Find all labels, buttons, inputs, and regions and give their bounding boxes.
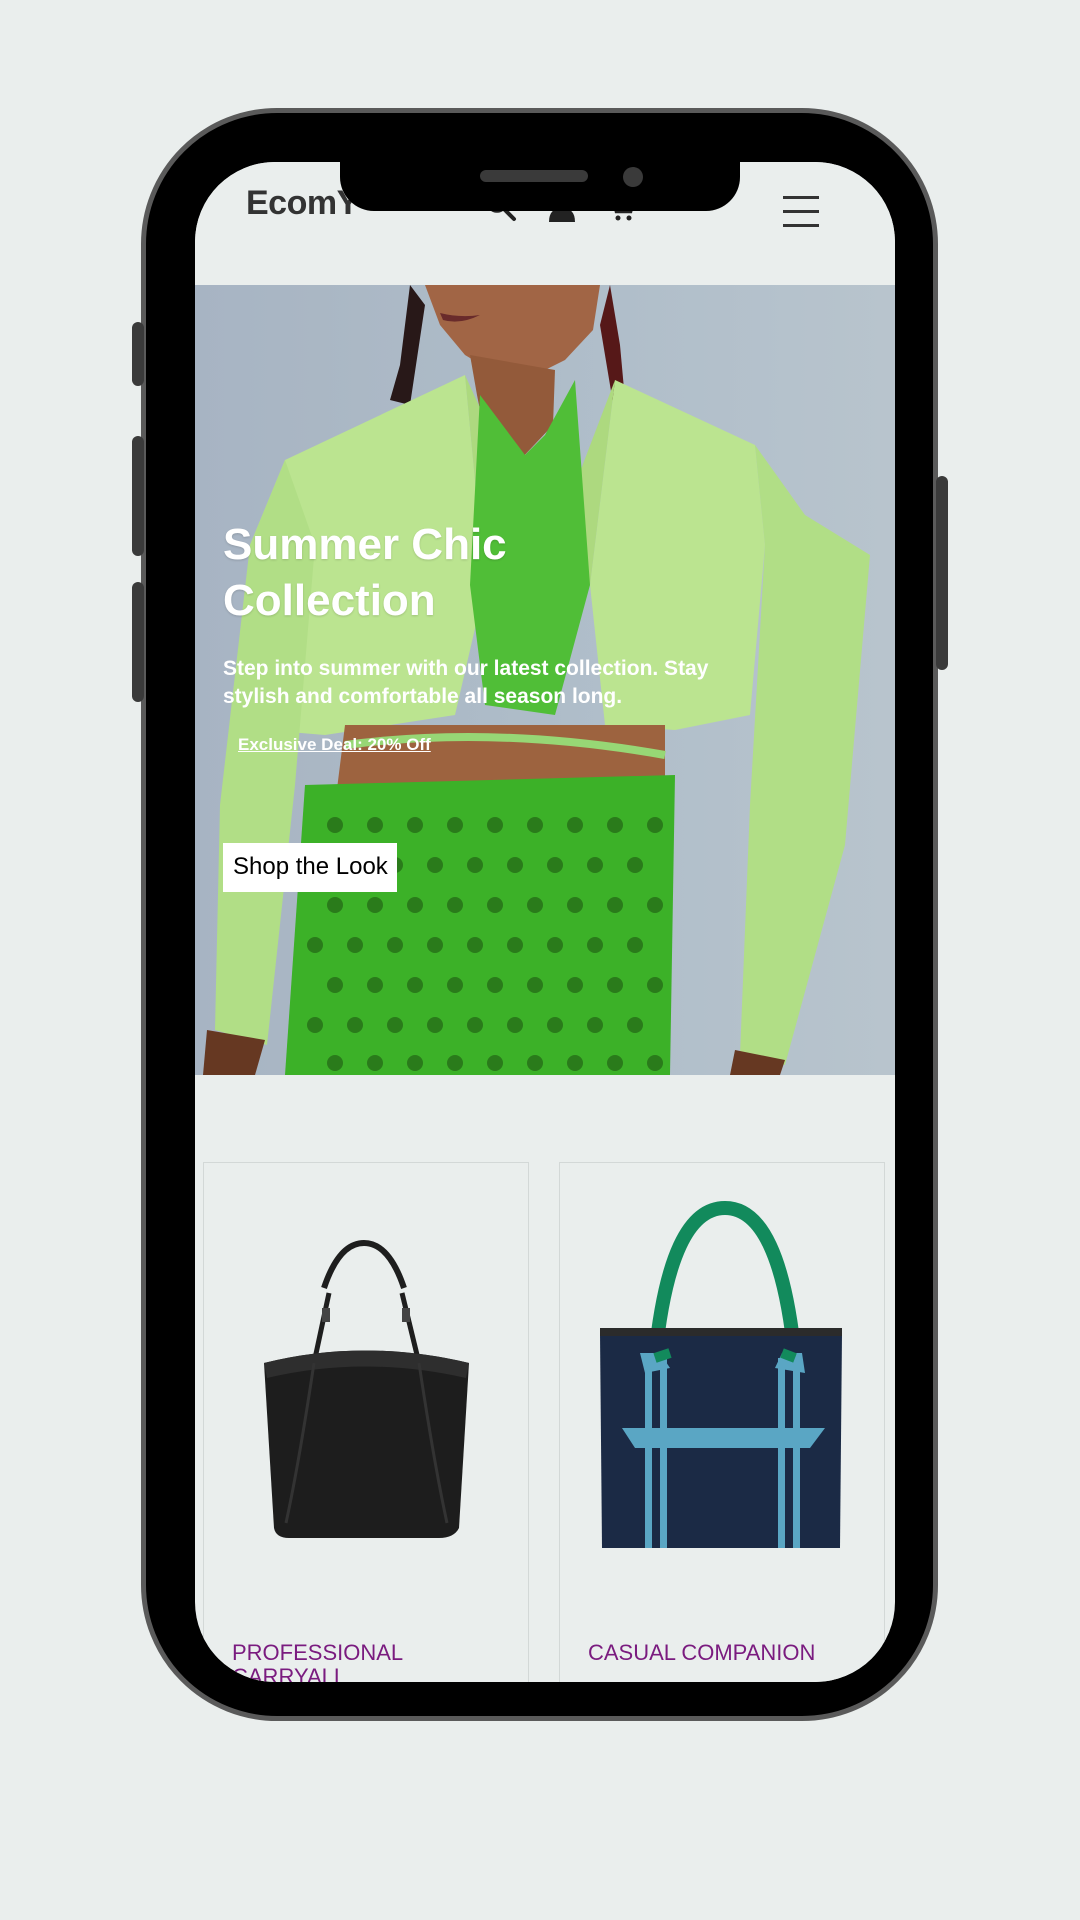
product-title[interactable]: PROFESSIONAL CARRYALL bbox=[232, 1641, 522, 1683]
hero-banner: Summer Chic Collection Step into summer … bbox=[195, 285, 895, 1075]
power-button bbox=[936, 476, 948, 670]
navy-tote-bag-image[interactable] bbox=[560, 1163, 886, 1633]
screen: EcomY Summer Chic Collection Step into s… bbox=[195, 162, 895, 1682]
shop-the-look-button[interactable]: Shop the Look bbox=[223, 843, 397, 892]
front-camera bbox=[623, 167, 643, 187]
mute-switch bbox=[132, 322, 144, 386]
product-card[interactable]: PROFESSIONAL CARRYALL bbox=[203, 1162, 529, 1682]
hero-title-line1: Summer Chic bbox=[223, 520, 507, 569]
volume-up-button bbox=[132, 436, 144, 556]
hero-subtitle: Step into summer with our latest collect… bbox=[223, 657, 709, 708]
phone-frame: EcomY Summer Chic Collection Step into s… bbox=[141, 108, 938, 1721]
hero-title-line2: Collection bbox=[223, 576, 436, 625]
black-tote-bag-image[interactable] bbox=[204, 1163, 530, 1633]
hero-text-block: Summer Chic Collection Step into summer … bbox=[223, 517, 783, 755]
hero-title: Summer Chic Collection bbox=[223, 517, 783, 629]
product-title[interactable]: CASUAL COMPANION bbox=[588, 1641, 878, 1665]
speaker bbox=[480, 170, 588, 182]
product-card[interactable]: CASUAL COMPANION bbox=[559, 1162, 885, 1682]
exclusive-deal-link[interactable]: Exclusive Deal: 20% Off bbox=[238, 735, 431, 755]
phone-notch bbox=[340, 154, 740, 211]
volume-down-button bbox=[132, 582, 144, 702]
menu-icon[interactable] bbox=[783, 190, 819, 234]
